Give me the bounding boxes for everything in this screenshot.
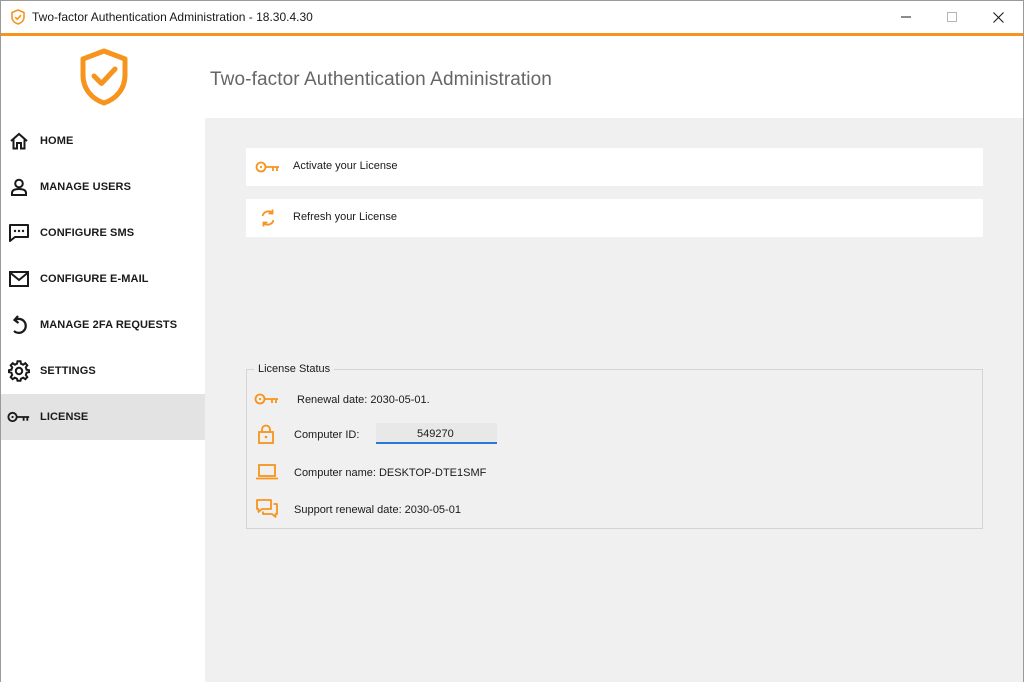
- minimize-icon: [901, 16, 911, 18]
- window-title: Two-factor Authentication Administration…: [32, 10, 313, 24]
- shield-check-icon: [11, 9, 25, 25]
- undo-arrow-icon: [7, 314, 31, 336]
- sidebar: HOME MANAGE USERS CONFIGURE SMS CONFIGUR…: [1, 118, 205, 682]
- sidebar-item-home[interactable]: HOME: [1, 118, 205, 164]
- support-renewal-text: Support renewal date: 2030-05-01: [294, 504, 461, 516]
- refresh-license-button[interactable]: Refresh your License: [246, 199, 983, 237]
- key-icon: [254, 388, 280, 410]
- sidebar-item-settings[interactable]: SETTINGS: [1, 348, 205, 394]
- refresh-license-label: Refresh your License: [293, 211, 397, 223]
- close-button[interactable]: [975, 1, 1021, 33]
- computer-id-row: Computer ID:: [205, 423, 905, 447]
- activate-license-label: Activate your License: [293, 160, 398, 172]
- maximize-button[interactable]: [929, 1, 975, 33]
- activate-license-button[interactable]: Activate your License: [246, 148, 983, 186]
- sidebar-item-configure-email[interactable]: CONFIGURE E-MAIL: [1, 256, 205, 302]
- app-window: Two-factor Authentication Administration…: [0, 0, 1024, 682]
- shield-logo-icon: [79, 48, 129, 106]
- laptop-icon: [254, 461, 280, 483]
- page-heading: Two-factor Authentication Administration: [210, 69, 552, 90]
- close-icon: [992, 11, 1004, 23]
- refresh-icon: [254, 209, 282, 227]
- computer-id-label: Computer ID:: [294, 429, 360, 441]
- sidebar-item-manage-users[interactable]: MANAGE USERS: [1, 164, 205, 210]
- computer-id-field[interactable]: [376, 423, 497, 444]
- support-renewal-row: Support renewal date: 2030-05-01: [205, 498, 905, 522]
- computer-name-text: Computer name: DESKTOP-DTE1SMF: [294, 467, 487, 479]
- sidebar-item-label: CONFIGURE SMS: [40, 227, 135, 239]
- sidebar-item-configure-sms[interactable]: CONFIGURE SMS: [1, 210, 205, 256]
- key-icon: [254, 158, 282, 176]
- sidebar-item-label: MANAGE USERS: [40, 181, 132, 193]
- sidebar-item-label: SETTINGS: [40, 365, 96, 377]
- maximize-icon: [947, 12, 957, 22]
- header: Two-factor Authentication Administration: [1, 36, 1023, 118]
- sidebar-item-label: HOME: [40, 135, 74, 147]
- lock-icon: [253, 423, 279, 445]
- sidebar-item-manage-2fa-requests[interactable]: MANAGE 2FA REQUESTS: [1, 302, 205, 348]
- minimize-button[interactable]: [883, 1, 929, 33]
- user-icon: [7, 176, 31, 198]
- sidebar-item-label: CONFIGURE E-MAIL: [40, 273, 149, 285]
- content-area: Activate your License Refresh your Licen…: [205, 118, 1023, 682]
- chat-bubbles-icon: [254, 498, 280, 520]
- computer-name-row: Computer name: DESKTOP-DTE1SMF: [205, 461, 905, 485]
- home-icon: [7, 130, 31, 152]
- gear-icon: [7, 360, 31, 382]
- renewal-date-row: Renewal date: 2030-05-01.: [205, 388, 905, 412]
- license-status-legend: License Status: [254, 363, 335, 375]
- renewal-date-text: Renewal date: 2030-05-01.: [297, 394, 430, 406]
- sidebar-item-label: MANAGE 2FA REQUESTS: [40, 319, 178, 331]
- mail-icon: [7, 268, 31, 290]
- sidebar-item-license[interactable]: LICENSE: [1, 394, 205, 440]
- sidebar-item-label: LICENSE: [40, 411, 89, 423]
- title-bar: Two-factor Authentication Administration…: [1, 1, 1023, 33]
- key-icon: [7, 406, 31, 428]
- sms-icon: [7, 222, 31, 244]
